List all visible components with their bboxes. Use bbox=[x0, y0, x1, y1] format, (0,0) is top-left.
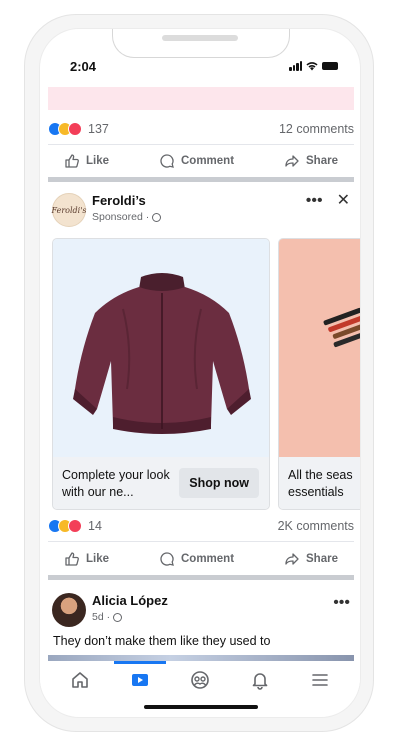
comment-label: Comment bbox=[181, 553, 235, 565]
video-icon bbox=[132, 674, 148, 686]
ad-actions: Like Comment Share bbox=[48, 546, 354, 572]
jacket-illustration bbox=[73, 273, 251, 434]
share-icon bbox=[285, 553, 299, 565]
ad-reaction-count[interactable]: 14 bbox=[88, 519, 102, 533]
comment-icon bbox=[160, 154, 174, 168]
ad-comment-button[interactable]: Comment bbox=[159, 551, 234, 567]
post1-like-button[interactable]: Like bbox=[64, 153, 109, 169]
bomber-jacket-image[interactable] bbox=[53, 239, 269, 457]
post3-time: 5d · bbox=[92, 611, 111, 623]
bottom-nav bbox=[40, 661, 360, 701]
brand-logo-text: Feroldi's bbox=[51, 205, 87, 215]
thumbs-up-icon bbox=[65, 552, 79, 566]
post3-text: They don’t make them like they used to bbox=[53, 634, 271, 648]
ad-post-header: Feroldi's Feroldi’s Sponsored · ••• ✕ bbox=[48, 191, 354, 231]
card-footer: Complete your look with our ne... Shop n… bbox=[53, 457, 269, 509]
post-separator bbox=[48, 575, 354, 580]
home-icon bbox=[72, 672, 88, 688]
card-footer: All the seas essentials bbox=[279, 457, 360, 509]
sponsored-label: Sponsored · bbox=[92, 211, 150, 223]
ad-share-button[interactable]: Share bbox=[284, 551, 338, 567]
menu-icon bbox=[312, 674, 328, 686]
like-label: Like bbox=[86, 155, 110, 167]
status-bar: 2:04 bbox=[40, 49, 360, 74]
phone-speaker bbox=[162, 35, 238, 41]
card-headline[interactable]: All the seas essentials bbox=[288, 467, 360, 501]
brush-illustration bbox=[323, 307, 360, 348]
more-options-icon[interactable]: ••• bbox=[306, 193, 323, 209]
signal-icon bbox=[289, 61, 302, 71]
wifi-icon bbox=[306, 62, 318, 71]
battery-icon bbox=[322, 62, 338, 70]
carousel-card[interactable]: Complete your look with our ne... Shop n… bbox=[52, 238, 270, 510]
card-headline[interactable]: Complete your look with our ne... bbox=[62, 467, 178, 501]
post1-comment-button[interactable]: Comment bbox=[159, 153, 234, 169]
user-avatar[interactable] bbox=[52, 593, 86, 627]
makeup-brushes-image[interactable] bbox=[279, 239, 360, 457]
nav-menu[interactable] bbox=[300, 665, 340, 695]
active-tab-indicator bbox=[114, 661, 166, 664]
ad-reactions-row: 14 2K comments bbox=[48, 516, 354, 536]
comment-label: Comment bbox=[181, 155, 235, 167]
groups-icon bbox=[191, 671, 209, 689]
reaction-emojis-icon[interactable] bbox=[48, 122, 82, 136]
close-icon[interactable]: ✕ bbox=[337, 193, 350, 209]
divider bbox=[48, 541, 354, 542]
brand-name[interactable]: Feroldi’s bbox=[92, 193, 146, 208]
nav-groups[interactable] bbox=[180, 665, 220, 695]
divider bbox=[48, 144, 354, 145]
phone-screen: 2:04 137 12 comments Like Comment Share … bbox=[39, 28, 361, 718]
share-icon bbox=[285, 155, 299, 167]
ad-carousel[interactable]: Complete your look with our ne... Shop n… bbox=[52, 238, 360, 510]
nav-notifications[interactable] bbox=[240, 665, 280, 695]
post3-header: Alicia López 5d · ••• bbox=[48, 591, 354, 631]
comment-icon bbox=[160, 552, 174, 566]
shop-now-button[interactable]: Shop now bbox=[179, 468, 259, 498]
post3-author[interactable]: Alicia López bbox=[92, 593, 168, 608]
phone-frame: 2:04 137 12 comments Like Comment Share … bbox=[24, 14, 374, 732]
status-time: 2:04 bbox=[70, 59, 97, 74]
post3-meta: 5d · bbox=[92, 611, 123, 623]
like-label: Like bbox=[86, 553, 110, 565]
globe-icon bbox=[152, 212, 162, 222]
nav-video[interactable] bbox=[120, 665, 160, 695]
news-feed[interactable]: 137 12 comments Like Comment Share Ferol… bbox=[40, 83, 360, 661]
sponsored-meta: Sponsored · bbox=[92, 211, 162, 223]
ad-header-actions: ••• ✕ bbox=[306, 193, 350, 209]
post1-comments-count[interactable]: 12 comments bbox=[279, 122, 354, 136]
love-reaction-icon bbox=[68, 519, 82, 533]
share-label: Share bbox=[306, 155, 338, 167]
home-indicator[interactable] bbox=[144, 705, 258, 709]
post-separator bbox=[48, 177, 354, 182]
post1-reaction-count[interactable]: 137 bbox=[88, 122, 109, 136]
post3-header-actions: ••• bbox=[333, 595, 350, 611]
post1-share-button[interactable]: Share bbox=[284, 153, 338, 169]
ad-comments-count[interactable]: 2K comments bbox=[278, 519, 354, 533]
previous-post-media bbox=[48, 87, 354, 110]
love-reaction-icon bbox=[68, 122, 82, 136]
post1-reactions-row: 137 12 comments bbox=[48, 119, 354, 139]
carousel-card[interactable]: All the seas essentials bbox=[278, 238, 360, 510]
more-options-icon[interactable]: ••• bbox=[333, 595, 350, 611]
notifications-icon bbox=[252, 673, 268, 690]
reaction-emojis-icon[interactable] bbox=[48, 519, 82, 533]
share-label: Share bbox=[306, 553, 338, 565]
thumbs-up-icon bbox=[65, 154, 79, 168]
globe-icon bbox=[113, 612, 123, 622]
ad-like-button[interactable]: Like bbox=[64, 551, 109, 567]
post1-actions: Like Comment Share bbox=[48, 148, 354, 174]
nav-home[interactable] bbox=[60, 665, 100, 695]
status-icons bbox=[289, 61, 338, 71]
brand-avatar[interactable]: Feroldi's bbox=[51, 193, 87, 227]
